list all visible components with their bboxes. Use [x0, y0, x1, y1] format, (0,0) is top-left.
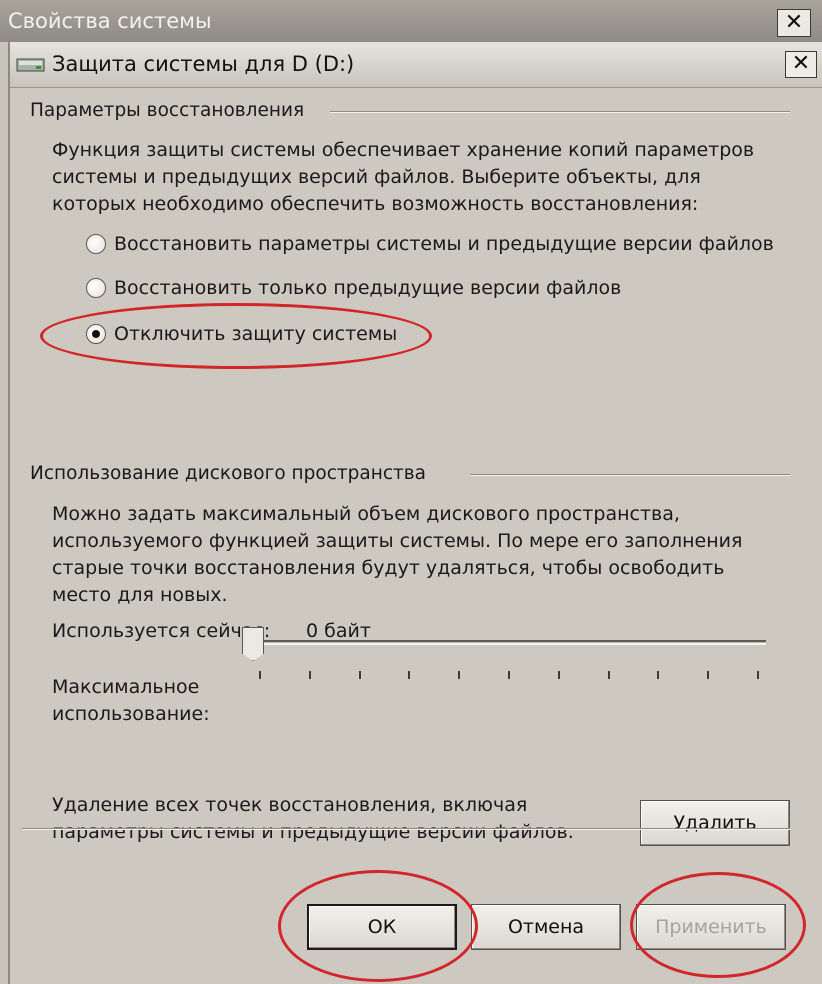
slider-tick [508, 671, 510, 679]
slider-tick [359, 671, 361, 679]
radio-button[interactable] [86, 234, 106, 254]
delete-text-line1: Удаление всех точек восстановления, вклю… [52, 794, 528, 816]
disk-description-line: старые точки восстановления будут удалят… [52, 557, 725, 579]
buttons-separator [22, 828, 790, 830]
radio-restore-all[interactable]: Восстановить параметры системы и предыду… [86, 229, 774, 259]
disk-description-line: место для новых. [52, 584, 228, 606]
ok-button[interactable]: ОК [307, 904, 457, 950]
radio-button-checked[interactable] [86, 324, 106, 344]
restore-group-divider [330, 111, 790, 113]
radio-button[interactable] [86, 278, 106, 298]
max-usage-slider-track[interactable] [258, 640, 766, 645]
slider-tick [657, 671, 659, 679]
disk-description-line: Можно задать максимальный объем дисковог… [52, 503, 680, 525]
dialog-title: Защита системы для D (D:) [52, 52, 355, 76]
slider-tick [458, 671, 460, 679]
current-usage-value: 0 байт [306, 620, 371, 642]
cancel-button[interactable]: Отмена [471, 904, 621, 950]
drive-icon [16, 58, 45, 72]
restore-description: Функция защиты системы обеспечивает хран… [52, 137, 754, 218]
radio-label: Восстановить только предыдущие версии фа… [114, 277, 622, 299]
close-button[interactable]: ✕ [785, 51, 817, 78]
slider-tick [408, 671, 410, 679]
dialog-titlebar: Защита системы для D (D:) ✕ [10, 42, 822, 88]
parent-close-button[interactable]: ✕ [777, 9, 811, 37]
max-usage-label-line1: Максимальное [52, 676, 200, 698]
disk-group-divider [470, 474, 790, 476]
slider-tick [757, 671, 759, 679]
parent-window-titlebar: Свойства системы ✕ [0, 0, 822, 42]
radio-label: Восстановить параметры системы и предыду… [114, 233, 774, 255]
radio-restore-files-only[interactable]: Восстановить только предыдущие версии фа… [86, 273, 621, 303]
parent-window-title: Свойства системы [8, 9, 212, 33]
radio-disable-protection[interactable]: Отключить защиту системы [86, 319, 397, 349]
restore-description-line: Функция защиты системы обеспечивает хран… [52, 139, 755, 161]
disk-description: Можно задать максимальный объем дисковог… [52, 501, 742, 609]
slider-tick [707, 671, 709, 679]
slider-tick [608, 671, 610, 679]
restore-group-label: Параметры восстановления [30, 100, 313, 121]
current-usage-label: Используется сейчас: [52, 620, 271, 642]
slider-tick [259, 671, 261, 679]
delete-text-line2: параметры системы и предыдущие версии фа… [52, 821, 574, 843]
restore-description-line: системы и предыдущих версий файлов. Выбе… [52, 166, 701, 188]
apply-button[interactable]: Применить [636, 904, 786, 950]
slider-tick [309, 671, 311, 679]
max-usage-label-line2: использование: [52, 703, 210, 725]
radio-label: Отключить защиту системы [114, 323, 398, 345]
delete-button[interactable]: Удалить [640, 800, 790, 846]
disk-group-label: Использование дискового пространства [30, 463, 435, 484]
disk-description-line: используемого функцией защиты системы. П… [52, 530, 743, 552]
restore-description-line: которых необходимо обеспечить возможност… [52, 193, 699, 215]
slider-tick [558, 671, 560, 679]
